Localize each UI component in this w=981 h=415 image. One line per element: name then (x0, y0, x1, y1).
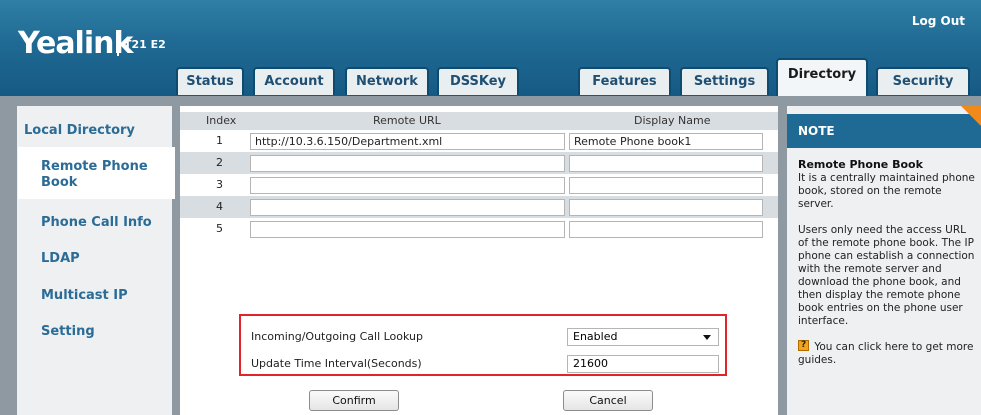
sidebar-item-phone-call-info[interactable]: Phone Call Info (41, 215, 152, 230)
note-paragraph-1: It is a centrally maintained phone book,… (798, 172, 975, 210)
sidebar-item-setting[interactable]: Setting (41, 324, 95, 339)
confirm-button[interactable]: Confirm (309, 390, 399, 411)
table-row: 3 (180, 174, 778, 196)
sidebar-item-local-directory[interactable]: Local Directory (24, 123, 135, 138)
tab-network[interactable]: Network (345, 67, 429, 95)
table-row: 4 (180, 196, 778, 218)
content-panel: Index Remote URL Display Name 1 http://1… (180, 106, 778, 415)
chevron-down-icon (703, 335, 711, 340)
guide-text: You can click here to get more guides. (798, 341, 974, 366)
header-remote-url: Remote URL (373, 114, 441, 127)
tab-features[interactable]: Features (578, 67, 671, 95)
remote-url-input[interactable] (250, 199, 565, 216)
display-name-input[interactable] (569, 155, 763, 172)
tab-dsskey[interactable]: DSSKey (437, 67, 519, 95)
remote-url-input[interactable] (250, 177, 565, 194)
brand-logo: Yealink (18, 26, 133, 61)
help-icon (798, 339, 809, 352)
model-label: T21 E2 (124, 38, 166, 51)
remote-url-input[interactable]: http://10.3.6.150/Department.xml (250, 133, 565, 150)
header-bar: Yealink T21 E2 Log Out Status Account Ne… (0, 0, 981, 98)
sidebar-item-remote-phone-book[interactable]: Remote Phone Book (41, 159, 151, 191)
tab-security[interactable]: Security (876, 67, 970, 95)
remote-url-input[interactable] (250, 155, 565, 172)
tab-status[interactable]: Status (176, 67, 244, 95)
display-name-input[interactable] (569, 221, 763, 238)
display-name-input[interactable]: Remote Phone book1 (569, 133, 763, 150)
cancel-button[interactable]: Cancel (563, 390, 653, 411)
note-heading: Remote Phone Book (798, 158, 923, 171)
table-header: Index Remote URL Display Name (180, 112, 778, 130)
row-index: 5 (216, 222, 223, 235)
tab-account[interactable]: Account (253, 67, 335, 95)
note-corner-icon (961, 106, 981, 126)
note-title: NOTE (798, 124, 835, 138)
call-lookup-select[interactable]: Enabled (567, 328, 719, 346)
guide-link[interactable]: You can click here to get more guides. (798, 339, 978, 367)
tab-settings[interactable]: Settings (680, 67, 769, 95)
sidebar-item-ldap[interactable]: LDAP (41, 251, 80, 266)
lookup-label: Incoming/Outgoing Call Lookup (251, 330, 423, 343)
logo-divider (117, 30, 119, 56)
call-lookup-value: Enabled (573, 330, 618, 343)
note-paragraph-2: Users only need the access URL of the re… (798, 224, 975, 327)
logout-link[interactable]: Log Out (912, 14, 965, 28)
sidebar-item-multicast-ip[interactable]: Multicast IP (41, 288, 128, 303)
display-name-input[interactable] (569, 177, 763, 194)
interval-label: Update Time Interval(Seconds) (251, 357, 422, 370)
tab-directory[interactable]: Directory (776, 58, 868, 98)
update-interval-input[interactable]: 21600 (567, 355, 719, 373)
display-name-input[interactable] (569, 199, 763, 216)
main-area: Local Directory Remote Phone Book Phone … (0, 96, 981, 415)
table-row: 2 (180, 152, 778, 174)
row-index: 4 (216, 200, 223, 213)
note-panel: NOTE Remote Phone Book It is a centrally… (787, 106, 981, 415)
note-body: Remote Phone Book It is a centrally main… (798, 158, 978, 367)
header-display-name: Display Name (634, 114, 711, 127)
table-row: 1 http://10.3.6.150/Department.xml Remot… (180, 130, 778, 152)
remote-url-input[interactable] (250, 221, 565, 238)
table-row: 5 (180, 218, 778, 240)
row-index: 1 (216, 134, 223, 147)
header-index: Index (206, 114, 237, 127)
row-index: 3 (216, 178, 223, 191)
row-index: 2 (216, 156, 223, 169)
note-header: NOTE (787, 114, 981, 148)
